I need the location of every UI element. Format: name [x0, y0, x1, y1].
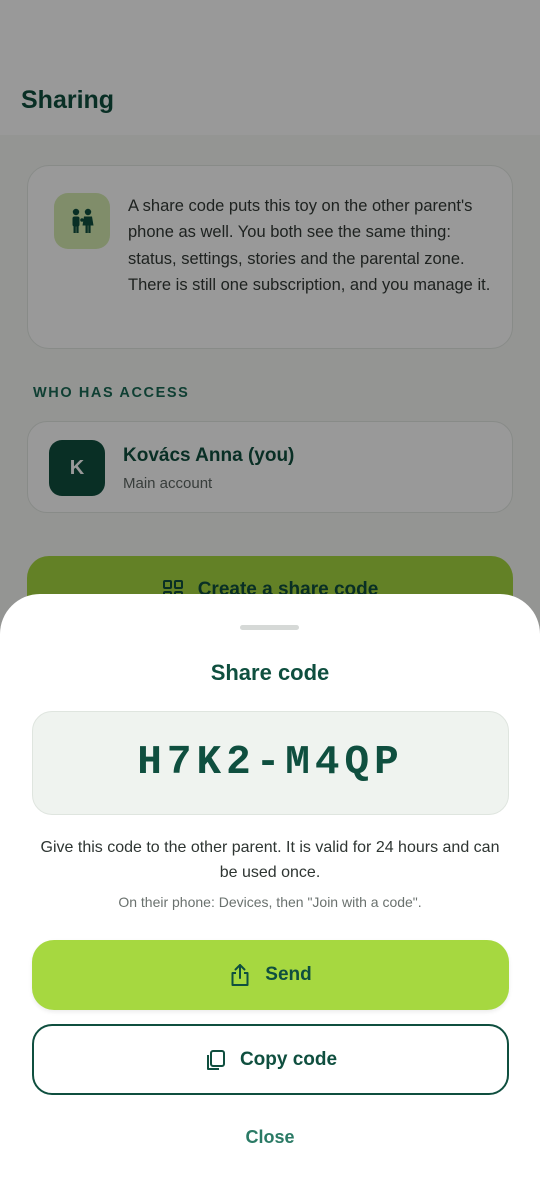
share-code-box: H7K2-M4QP	[32, 711, 509, 815]
share-code-sheet: Share code H7K2-M4QP Give this code to t…	[0, 594, 540, 1200]
close-button[interactable]: Close	[0, 1127, 540, 1148]
sheet-drag-handle[interactable]	[240, 625, 299, 630]
copy-code-label: Copy code	[239, 1048, 338, 1070]
share-code-description: Give this code to the other parent. It i…	[40, 839, 500, 881]
send-label: Send	[265, 964, 312, 985]
sheet-title: Share code	[210, 660, 330, 685]
share-icon	[229, 963, 251, 987]
send-button[interactable]: Send	[32, 940, 509, 1010]
share-code-value: H7K2-M4QP	[137, 740, 404, 786]
copy-icon	[204, 1049, 226, 1071]
share-code-hint: On their phone: Devices, then "Join with…	[118, 894, 422, 910]
copy-code-button[interactable]: Copy code	[32, 1024, 509, 1095]
